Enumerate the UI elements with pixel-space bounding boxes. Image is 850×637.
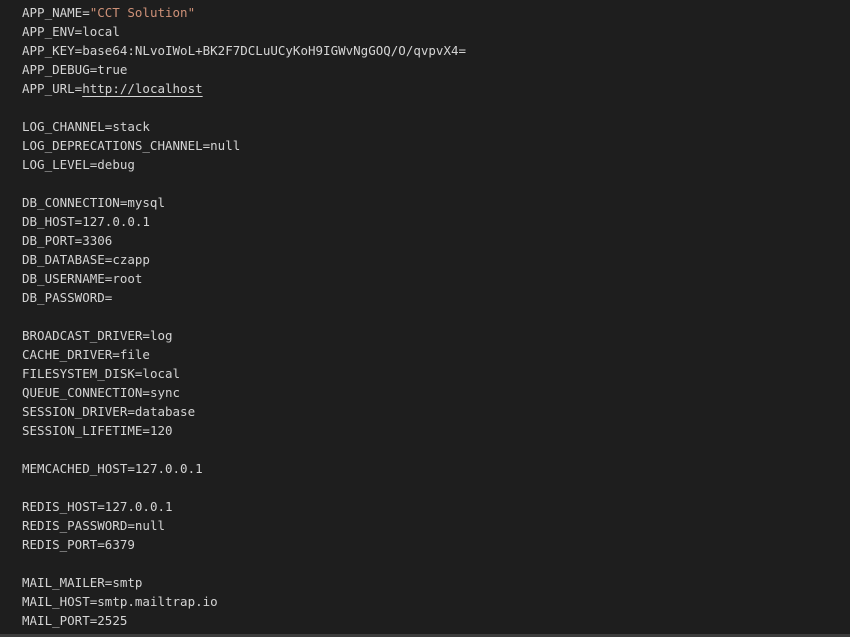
env-key: APP_DEBUG= [22,62,98,77]
env-line: DB_USERNAME=root [22,269,850,288]
env-key: MAIL_PORT= [22,613,98,628]
env-value: 2525 [97,613,128,628]
env-line: APP_DEBUG=true [22,60,850,79]
env-value: 120 [149,423,173,438]
env-line: REDIS_PORT=6379 [22,535,850,554]
env-line: MAIL_MAILER=smtp [22,573,850,592]
env-key: QUEUE_CONNECTION= [22,385,150,400]
env-value: log [149,328,173,343]
env-value: root [112,271,143,286]
env-line: APP_NAME="CCT Solution" [22,3,850,22]
env-value: smtp [112,575,143,590]
env-value: 127.0.0.1 [134,461,203,476]
env-line: DB_DATABASE=czapp [22,250,850,269]
env-value: debug [97,157,135,172]
env-key: MAIL_MAILER= [22,575,113,590]
env-key: BROADCAST_DRIVER= [22,328,150,343]
env-value: local [82,24,120,39]
env-line: MAIL_HOST=smtp.mailtrap.io [22,592,850,611]
env-url-link[interactable]: http://localhost [82,81,202,96]
env-key: REDIS_PASSWORD= [22,518,135,533]
env-value: null [210,138,241,153]
env-line: LOG_LEVEL=debug [22,155,850,174]
env-line: REDIS_PASSWORD=null [22,516,850,535]
env-key: FILESYSTEM_DISK= [22,366,143,381]
env-key: APP_NAME= [22,5,90,20]
env-key: MAIL_HOST= [22,594,98,609]
env-line: MAIL_PORT=2525 [22,611,850,630]
env-line: CACHE_DRIVER=file [22,345,850,364]
env-key: REDIS_HOST= [22,499,105,514]
env-line: MEMCACHED_HOST=127.0.0.1 [22,459,850,478]
env-line: FILESYSTEM_DISK=local [22,364,850,383]
env-line: APP_URL=http://localhost [22,79,850,98]
env-line: DB_HOST=127.0.0.1 [22,212,850,231]
env-value: base64:NLvoIWoL+BK2F7DCLuUCyKoH9IGWvNgGO… [82,43,467,58]
env-value: 127.0.0.1 [104,499,173,514]
env-line: LOG_CHANNEL=stack [22,117,850,136]
env-value: file [119,347,150,362]
env-value: smtp.mailtrap.io [97,594,218,609]
env-key: REDIS_PORT= [22,537,105,552]
env-key: APP_ENV= [22,24,83,39]
env-file-editor[interactable]: APP_NAME="CCT Solution" APP_ENV=local APP_… [0,0,850,637]
env-value: 3306 [82,233,113,248]
env-key: DB_USERNAME= [22,271,113,286]
env-key: DB_HOST= [22,214,83,229]
env-line: APP_KEY=base64:NLvoIWoL+BK2F7DCLuUCyKoH9… [22,41,850,60]
env-key: APP_KEY= [22,43,83,58]
env-value: 127.0.0.1 [82,214,150,229]
env-key: CACHE_DRIVER= [22,347,120,362]
env-value: sync [149,385,181,400]
env-key: SESSION_LIFETIME= [22,423,150,438]
env-line: DB_PORT=3306 [22,231,850,250]
env-key: DB_PORT= [22,233,83,248]
env-line: BROADCAST_DRIVER=log [22,326,850,345]
env-line: LOG_DEPRECATIONS_CHANNEL=null [22,136,850,155]
env-value: czapp [112,252,150,267]
env-key: LOG_CHANNEL= [22,119,113,134]
env-line: DB_CONNECTION=mysql [22,193,850,212]
env-key: LOG_LEVEL= [22,157,98,172]
env-line: SESSION_LIFETIME=120 [22,421,850,440]
env-value: null [134,518,165,533]
env-value: true [97,62,128,77]
env-value: stack [112,119,150,134]
env-value: local [142,366,181,381]
env-line: SESSION_DRIVER=database [22,402,850,421]
env-value: mysql [127,195,165,210]
env-key: DB_DATABASE= [22,252,113,267]
env-key: DB_CONNECTION= [22,195,128,210]
env-value: 6379 [104,537,135,552]
env-key: APP_URL= [22,81,83,96]
env-line: QUEUE_CONNECTION=sync [22,383,850,402]
env-key: MEMCACHED_HOST= [22,461,135,476]
env-line: REDIS_HOST=127.0.0.1 [22,497,850,516]
env-key: SESSION_DRIVER= [22,404,135,419]
env-line: APP_ENV=local [22,22,850,41]
env-line: DB_PASSWORD= [22,288,850,307]
env-key: DB_PASSWORD= [22,290,113,305]
env-value: database [134,404,196,419]
env-key: LOG_DEPRECATIONS_CHANNEL= [22,138,211,153]
env-string-value: "CCT Solution" [89,5,196,20]
